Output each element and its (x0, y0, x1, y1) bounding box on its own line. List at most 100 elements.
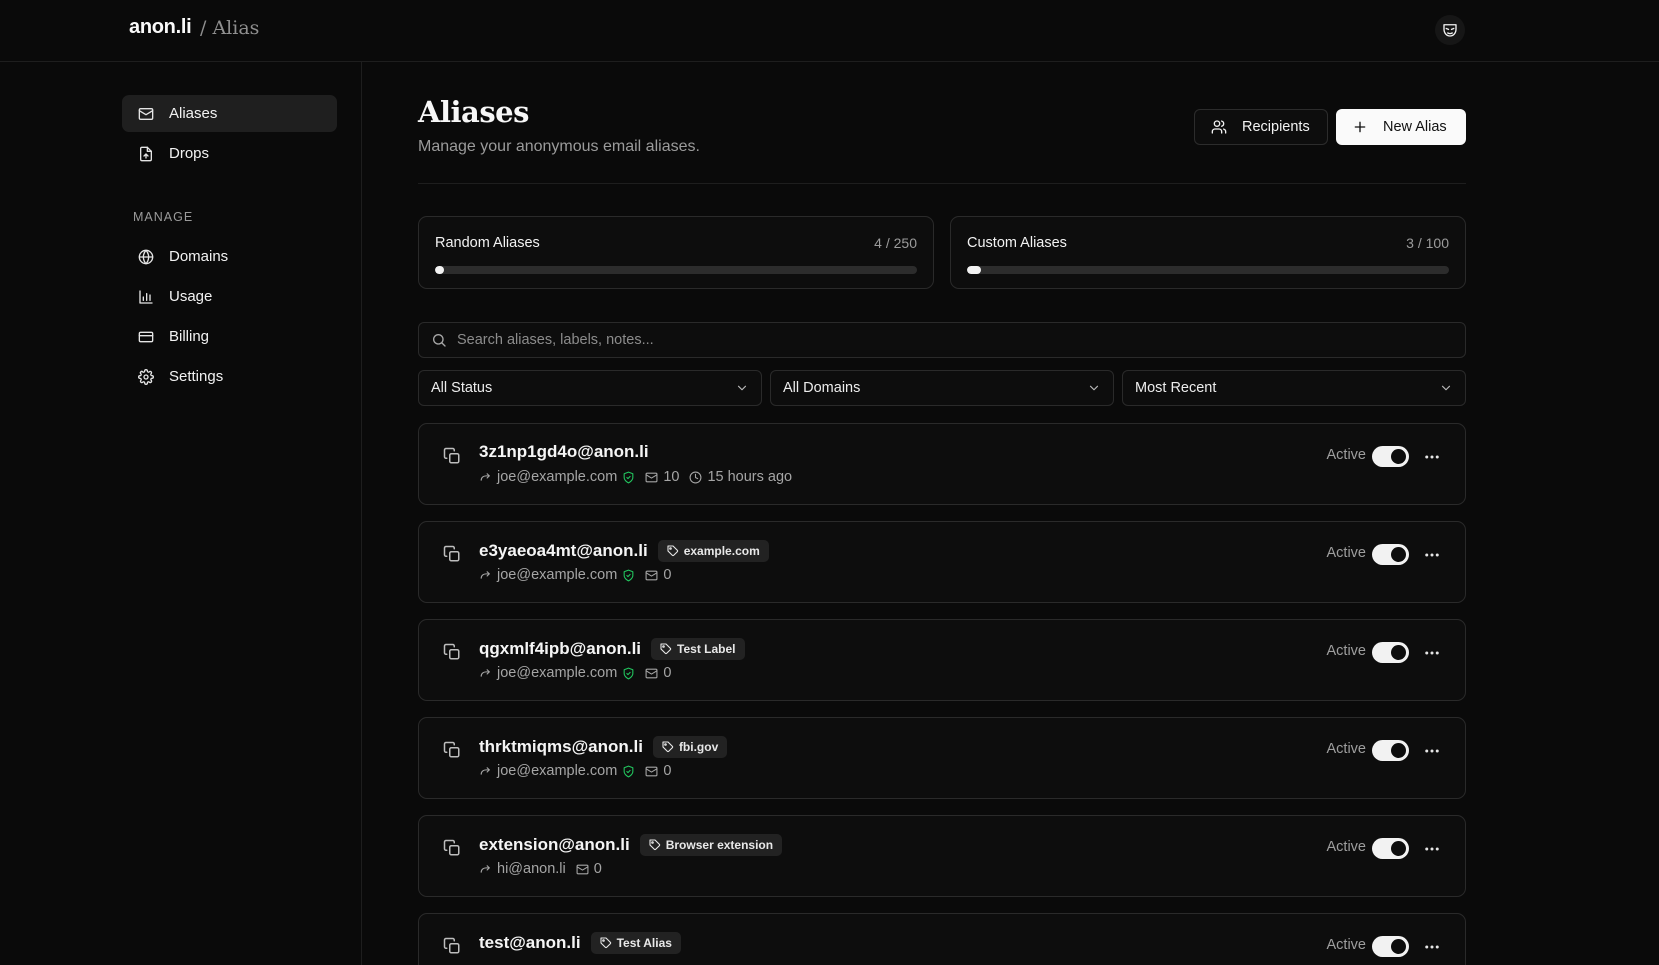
search-input[interactable] (457, 332, 1357, 348)
tag-icon (649, 839, 661, 851)
domains-filter-select[interactable]: All Domains (770, 370, 1114, 406)
alias-active-toggle[interactable] (1372, 740, 1409, 761)
tag-icon (660, 643, 672, 655)
alias-card[interactable]: 3z1np1gd4o@anon.li joe@example.com 10 15 ho… (418, 423, 1466, 505)
alias-label-tag: Test Label (651, 638, 745, 660)
alias-card[interactable]: thrktmiqms@anon.li fbi.gov joe@example.com… (418, 717, 1466, 799)
search-icon (431, 332, 447, 348)
top-bar: anon.li / Alias (0, 0, 1659, 62)
file-upload-icon (138, 146, 154, 162)
more-options-icon[interactable] (1423, 742, 1441, 760)
alias-meta: joe@example.com 0 (479, 567, 671, 583)
alias-card[interactable]: extension@anon.li Browser extension hi@ano… (418, 815, 1466, 897)
alias-recipient: joe@example.com (497, 469, 618, 485)
toggle-knob (1391, 939, 1406, 954)
custom-aliases-quota: Custom Aliases 3 / 100 (950, 216, 1466, 289)
copy-icon[interactable] (443, 741, 461, 759)
alias-card[interactable]: qgxmlf4ipb@anon.li Test Label joe@example.… (418, 619, 1466, 701)
new-alias-button[interactable]: New Alias (1336, 109, 1466, 145)
alias-status: Active (1326, 937, 1367, 953)
more-options-icon[interactable] (1423, 938, 1441, 956)
alias-status: Active (1326, 643, 1367, 659)
verified-shield-icon (622, 471, 635, 484)
quota-progress-fill (967, 266, 982, 274)
more-options-icon[interactable] (1423, 644, 1441, 662)
alias-address: e3yaeoa4mt@anon.li (479, 541, 648, 560)
copy-icon[interactable] (443, 839, 461, 857)
sidebar-item-aliases[interactable]: Aliases (122, 95, 337, 132)
mail-count-icon (645, 569, 658, 582)
alias-name-row: test@anon.li Test Alias (479, 932, 681, 954)
alias-email-count: 0 (593, 861, 602, 877)
sidebar-item-label: Billing (169, 328, 210, 345)
verified-shield-icon (622, 569, 635, 582)
sidebar-item-billing[interactable]: Billing (122, 318, 337, 355)
sidebar-item-usage[interactable]: Usage (122, 278, 337, 315)
copy-icon[interactable] (443, 643, 461, 661)
page-subtitle: Manage your anonymous email aliases. (418, 138, 700, 155)
alias-active-toggle[interactable] (1372, 936, 1409, 957)
sidebar-item-drops[interactable]: Drops (122, 135, 337, 172)
sidebar-item-label: Aliases (169, 105, 218, 122)
alias-active-toggle[interactable] (1372, 642, 1409, 663)
sidebar-item-domains[interactable]: Domains (122, 238, 337, 275)
alias-card[interactable]: e3yaeoa4mt@anon.li example.com joe@example… (418, 521, 1466, 603)
manage-section-label: MANAGE (133, 210, 194, 224)
alias-email-count: 0 (663, 665, 672, 681)
alias-meta: hi@anon.li 0 (479, 861, 602, 877)
more-options-icon[interactable] (1423, 448, 1441, 466)
sort-select[interactable]: Most Recent (1122, 370, 1466, 406)
toggle-knob (1391, 547, 1406, 562)
user-avatar[interactable] (1435, 15, 1465, 45)
forward-arrow-icon (479, 863, 492, 876)
chevron-down-icon (735, 381, 749, 395)
mask-icon (1441, 21, 1459, 39)
forward-arrow-icon (479, 569, 492, 582)
alias-name-row: thrktmiqms@anon.li fbi.gov (479, 736, 728, 758)
sort-value: Most Recent (1135, 380, 1217, 396)
alias-status: Active (1326, 545, 1367, 561)
alias-name-row: 3z1np1gd4o@anon.li (479, 442, 649, 462)
more-options-icon[interactable] (1423, 546, 1441, 564)
tag-icon (600, 937, 612, 949)
verified-shield-icon (622, 765, 635, 778)
copy-icon[interactable] (443, 545, 461, 563)
alias-email-count: 0 (663, 763, 672, 779)
new-alias-button-label: New Alias (1383, 119, 1447, 135)
copy-icon[interactable] (443, 447, 461, 465)
brand-logo[interactable]: anon.li (129, 16, 192, 39)
sidebar: Aliases Drops MANAGE Domains Usage Billi… (0, 62, 362, 965)
page-title: Aliases (418, 95, 529, 129)
alias-name-row: extension@anon.li Browser extension (479, 834, 783, 856)
alias-meta: joe@example.com 0 (479, 665, 671, 681)
alias-address: thrktmiqms@anon.li (479, 737, 643, 756)
sidebar-item-label: Drops (169, 145, 210, 162)
mail-count-icon (645, 471, 658, 484)
alias-card[interactable]: test@anon.li Test Alias Active (418, 913, 1466, 965)
quota-count: 4 / 250 (874, 235, 917, 251)
alias-status: Active (1326, 447, 1367, 463)
plus-icon (1352, 119, 1368, 135)
tag-text: Test Alias (616, 936, 672, 950)
tag-icon (662, 741, 674, 753)
credit-card-icon (138, 329, 154, 345)
alias-recipient: joe@example.com (497, 763, 618, 779)
quota-label: Custom Aliases (967, 235, 1067, 251)
alias-active-toggle[interactable] (1372, 544, 1409, 565)
sidebar-item-settings[interactable]: Settings (122, 358, 337, 395)
alias-recipient: joe@example.com (497, 665, 618, 681)
alias-last-activity: 15 hours ago (707, 469, 793, 485)
status-filter-select[interactable]: All Status (418, 370, 762, 406)
recipients-button[interactable]: Recipients (1194, 109, 1328, 145)
more-options-icon[interactable] (1423, 840, 1441, 858)
alias-label-tag: Browser extension (639, 834, 783, 856)
forward-arrow-icon (479, 471, 492, 484)
alias-active-toggle[interactable] (1372, 838, 1409, 859)
forward-arrow-icon (479, 667, 492, 680)
sidebar-item-label: Settings (169, 368, 224, 385)
section-breadcrumb: / Alias (200, 17, 260, 39)
chevron-down-icon (1087, 381, 1101, 395)
copy-icon[interactable] (443, 937, 461, 955)
alias-active-toggle[interactable] (1372, 446, 1409, 467)
quota-label: Random Aliases (435, 235, 540, 251)
